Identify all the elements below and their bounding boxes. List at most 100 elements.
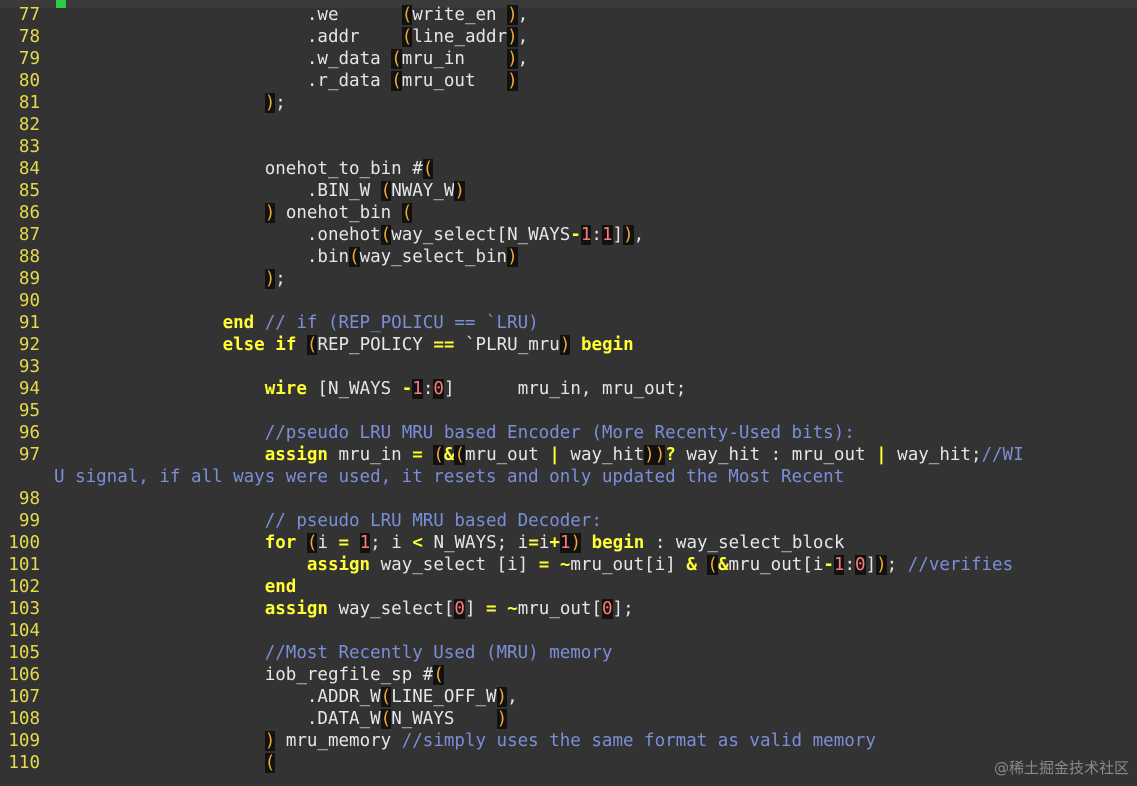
code-text[interactable]: .BIN_W (NWAY_W) bbox=[54, 180, 465, 202]
line-number: 99 bbox=[18, 511, 40, 531]
code-text[interactable]: onehot_to_bin #( bbox=[54, 158, 434, 180]
line-number: 93 bbox=[18, 357, 40, 377]
code-line[interactable]: 103 assign way_select[0] = ~mru_out[0]; bbox=[0, 598, 1137, 620]
code-editor[interactable]: 77 .we (write_en ), 78 .addr (line_addr),… bbox=[0, 0, 1137, 786]
code-line[interactable]: 102 end bbox=[0, 576, 1137, 598]
code-line[interactable]: 101 assign way_select [i] = ~mru_out[i] … bbox=[0, 554, 1137, 576]
line-number: 104 bbox=[8, 621, 40, 641]
code-text[interactable]: iob_regfile_sp #( bbox=[54, 664, 444, 686]
code-line[interactable]: 85 .BIN_W (NWAY_W) bbox=[0, 180, 1137, 202]
line-number: 89 bbox=[18, 269, 40, 289]
code-line[interactable]: 110 ( bbox=[0, 752, 1137, 774]
code-text[interactable] bbox=[54, 356, 223, 378]
line-number: 109 bbox=[8, 731, 40, 751]
code-text[interactable]: ) onehot_bin ( bbox=[54, 202, 413, 224]
code-line[interactable]: 99 // pseudo LRU MRU based Decoder: bbox=[0, 510, 1137, 532]
line-number: 91 bbox=[18, 313, 40, 333]
code-line[interactable]: 90 bbox=[0, 290, 1137, 312]
code-text[interactable]: assign mru_in = (&(mru_out | way_hit))? … bbox=[54, 444, 1024, 466]
code-text[interactable]: wire [N_WAYS -1:0] mru_in, mru_out; bbox=[54, 378, 686, 400]
code-text[interactable]: ) mru_memory //simply uses the same form… bbox=[54, 730, 876, 752]
code-line[interactable]: 86 ) onehot_bin ( bbox=[0, 202, 1137, 224]
code-line[interactable]: 83 bbox=[0, 136, 1137, 158]
code-line[interactable]: 94 wire [N_WAYS -1:0] mru_in, mru_out; bbox=[0, 378, 1137, 400]
line-number: 81 bbox=[18, 93, 40, 113]
code-text[interactable]: // pseudo LRU MRU based Decoder: bbox=[54, 510, 602, 532]
code-line[interactable]: 93 bbox=[0, 356, 1137, 378]
code-text[interactable]: end bbox=[54, 576, 297, 598]
code-text[interactable] bbox=[54, 114, 223, 136]
code-text[interactable] bbox=[54, 620, 223, 642]
code-line[interactable]: 104 bbox=[0, 620, 1137, 642]
code-line[interactable]: 79 .w_data (mru_in ), bbox=[0, 48, 1137, 70]
line-number: 94 bbox=[18, 379, 40, 399]
code-text[interactable]: .onehot(way_select[N_WAYS-1:1]), bbox=[54, 224, 644, 246]
code-text[interactable]: .we (write_en ), bbox=[54, 4, 528, 26]
code-text[interactable]: end // if (REP_POLICU == `LRU) bbox=[54, 312, 539, 334]
code-text[interactable]: .w_data (mru_in ), bbox=[54, 48, 528, 70]
code-text[interactable]: .addr (line_addr), bbox=[54, 26, 528, 48]
code-line[interactable]: 107 .ADDR_W(LINE_OFF_W), bbox=[0, 686, 1137, 708]
code-line[interactable]: 89 ); bbox=[0, 268, 1137, 290]
code-line[interactable]: 77 .we (write_en ), bbox=[0, 4, 1137, 26]
code-line[interactable]: 106 iob_regfile_sp #( bbox=[0, 664, 1137, 686]
code-text[interactable]: ); bbox=[54, 92, 286, 114]
code-line[interactable]: 87 .onehot(way_select[N_WAYS-1:1]), bbox=[0, 224, 1137, 246]
line-number: 106 bbox=[8, 665, 40, 685]
code-line[interactable]: 108 .DATA_W(N_WAYS ) bbox=[0, 708, 1137, 730]
line-number: 100 bbox=[8, 533, 40, 553]
code-line[interactable]: 96 //pseudo LRU MRU based Encoder (More … bbox=[0, 422, 1137, 444]
line-number: 98 bbox=[18, 489, 40, 509]
code-text[interactable] bbox=[54, 400, 223, 422]
line-number: 87 bbox=[18, 225, 40, 245]
line-number: 79 bbox=[18, 49, 40, 69]
code-line[interactable]: 98 bbox=[0, 488, 1137, 510]
code-text[interactable] bbox=[54, 290, 223, 312]
code-text[interactable] bbox=[54, 488, 223, 510]
code-text[interactable]: .r_data (mru_out ) bbox=[54, 70, 518, 92]
code-text[interactable]: .DATA_W(N_WAYS ) bbox=[54, 708, 508, 730]
line-number: 108 bbox=[8, 709, 40, 729]
code-line[interactable]: 100 for (i = 1; i < N_WAYS; i=i+1) begin… bbox=[0, 532, 1137, 554]
line-number: 82 bbox=[18, 115, 40, 135]
code-line[interactable]: 82 bbox=[0, 114, 1137, 136]
code-text[interactable]: else if (REP_POLICY == `PLRU_mru) begin bbox=[54, 334, 634, 356]
code-text[interactable]: ); bbox=[54, 268, 286, 290]
line-number: 102 bbox=[8, 577, 40, 597]
code-text[interactable]: .ADDR_W(LINE_OFF_W), bbox=[54, 686, 518, 708]
code-text[interactable]: assign way_select [i] = ~mru_out[i] & (&… bbox=[54, 554, 1013, 576]
line-number: 107 bbox=[8, 687, 40, 707]
code-line[interactable]: 97 assign mru_in = (&(mru_out | way_hit)… bbox=[0, 444, 1137, 466]
code-line[interactable]: 88 .bin(way_select_bin) bbox=[0, 246, 1137, 268]
code-line[interactable]: 81 ); bbox=[0, 92, 1137, 114]
code-line[interactable]: U signal, if all ways were used, it rese… bbox=[0, 466, 1137, 488]
code-line[interactable]: 95 bbox=[0, 400, 1137, 422]
code-text[interactable]: ( bbox=[54, 752, 276, 774]
code-line[interactable]: 105 //Most Recently Used (MRU) memory bbox=[0, 642, 1137, 664]
line-number: 85 bbox=[18, 181, 40, 201]
code-line[interactable]: 109 ) mru_memory //simply uses the same … bbox=[0, 730, 1137, 752]
code-text[interactable]: //Most Recently Used (MRU) memory bbox=[54, 642, 613, 664]
watermark: @稀土掘金技术社区 bbox=[993, 759, 1129, 777]
code-text[interactable]: U signal, if all ways were used, it rese… bbox=[54, 466, 844, 488]
line-number: 101 bbox=[8, 555, 40, 575]
code-lines[interactable]: 77 .we (write_en ), 78 .addr (line_addr),… bbox=[0, 4, 1137, 774]
code-line[interactable]: 78 .addr (line_addr), bbox=[0, 26, 1137, 48]
line-number: 96 bbox=[18, 423, 40, 443]
code-line[interactable]: 84 onehot_to_bin #( bbox=[0, 158, 1137, 180]
code-text[interactable]: .bin(way_select_bin) bbox=[54, 246, 518, 268]
code-text[interactable]: for (i = 1; i < N_WAYS; i=i+1) begin : w… bbox=[54, 532, 845, 554]
line-number: 86 bbox=[18, 203, 40, 223]
code-text[interactable] bbox=[54, 136, 223, 158]
line-number: 92 bbox=[18, 335, 40, 355]
code-line[interactable]: 80 .r_data (mru_out ) bbox=[0, 70, 1137, 92]
code-line[interactable]: 91 end // if (REP_POLICU == `LRU) bbox=[0, 312, 1137, 334]
line-number: 105 bbox=[8, 643, 40, 663]
line-number: 80 bbox=[18, 71, 40, 91]
line-number: 84 bbox=[18, 159, 40, 179]
line-number: 90 bbox=[18, 291, 40, 311]
code-line[interactable]: 92 else if (REP_POLICY == `PLRU_mru) beg… bbox=[0, 334, 1137, 356]
code-text[interactable]: //pseudo LRU MRU based Encoder (More Rec… bbox=[54, 422, 855, 444]
line-number: 77 bbox=[18, 5, 40, 25]
code-text[interactable]: assign way_select[0] = ~mru_out[0]; bbox=[54, 598, 634, 620]
